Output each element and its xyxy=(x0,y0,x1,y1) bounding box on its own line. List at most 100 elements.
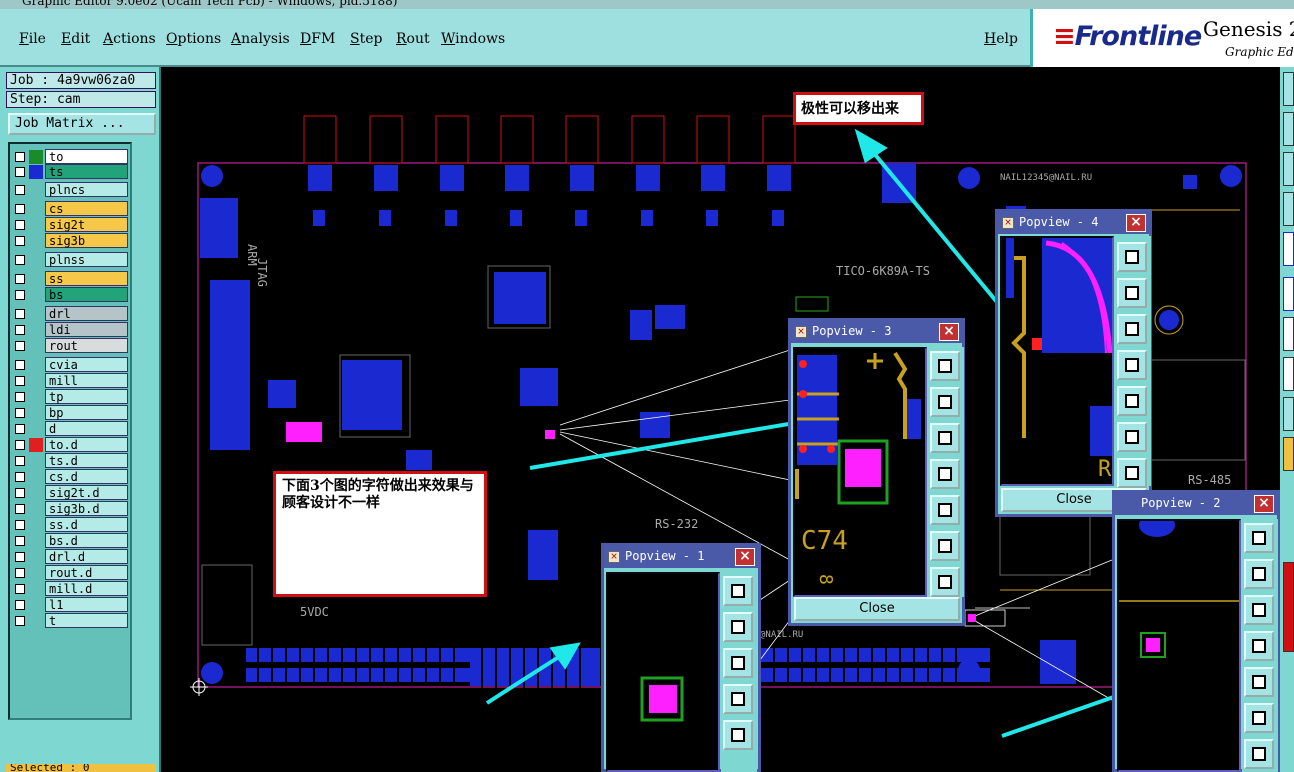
layer-row[interactable]: sig2t xyxy=(10,217,130,232)
layer-row[interactable]: d xyxy=(10,421,130,436)
pan-down-icon[interactable] xyxy=(723,648,753,678)
menu-windows[interactable]: Windows xyxy=(441,31,505,47)
popview-title-bar[interactable]: Popview - 2 × xyxy=(1115,493,1277,515)
layer-name[interactable]: sig3b.d xyxy=(45,501,128,516)
layer-row[interactable]: to.d xyxy=(10,437,130,452)
popview-title-bar[interactable]: × Popview - 4 × xyxy=(998,212,1149,234)
popview-close-button[interactable]: Close xyxy=(794,597,960,621)
layer-checkbox[interactable] xyxy=(15,341,25,351)
layer-row[interactable]: to xyxy=(10,149,130,164)
layer-name[interactable]: to xyxy=(45,149,128,164)
layer-checkbox[interactable] xyxy=(15,424,25,434)
layer-name[interactable]: rout.d xyxy=(45,565,128,580)
menu-dfm[interactable]: DFM xyxy=(300,31,335,47)
layer-name[interactable]: mill xyxy=(45,373,128,388)
layer-name[interactable]: rout xyxy=(45,338,128,353)
popview-viewport[interactable]: R xyxy=(1000,236,1114,486)
layer-name[interactable]: sig3b xyxy=(45,233,128,248)
layer-row[interactable]: bs.d xyxy=(10,533,130,548)
toolbar-button[interactable] xyxy=(1283,317,1294,351)
close-icon[interactable]: × xyxy=(1254,495,1274,513)
layer-checkbox[interactable] xyxy=(15,488,25,498)
layer-row[interactable]: plnss xyxy=(10,252,130,267)
layer-row[interactable]: bp xyxy=(10,405,130,420)
layer-name[interactable]: bp xyxy=(45,405,128,420)
zoom-home-icon[interactable] xyxy=(723,576,753,606)
layer-row[interactable]: rout.d xyxy=(10,565,130,580)
layer-row[interactable]: ss xyxy=(10,271,130,286)
layer-name[interactable]: tp xyxy=(45,389,128,404)
layer-checkbox[interactable] xyxy=(15,600,25,610)
layer-row[interactable]: ts xyxy=(10,164,130,179)
layer-name[interactable]: bs.d xyxy=(45,533,128,548)
layer-name[interactable]: cs.d xyxy=(45,469,128,484)
pan-up-icon[interactable] xyxy=(930,387,960,417)
layer-row[interactable]: cvia xyxy=(10,357,130,372)
pan-right-icon[interactable] xyxy=(930,495,960,525)
toolbar-button[interactable] xyxy=(1283,152,1294,186)
zoom-home-icon[interactable] xyxy=(1244,523,1274,553)
layer-name[interactable]: cvia xyxy=(45,357,128,372)
layer-row[interactable]: sig2t.d xyxy=(10,485,130,500)
layer-name[interactable]: to.d xyxy=(45,437,128,452)
pan-left-icon[interactable] xyxy=(930,459,960,489)
pan-down-icon[interactable] xyxy=(1117,314,1147,344)
layer-name[interactable]: drl xyxy=(45,306,128,321)
layer-name[interactable]: mill.d xyxy=(45,581,128,596)
toolbar-button[interactable] xyxy=(1283,277,1294,311)
layer-checkbox[interactable] xyxy=(15,274,25,284)
layer-checkbox[interactable] xyxy=(15,376,25,386)
layer-row[interactable]: ts.d xyxy=(10,453,130,468)
layer-row[interactable]: sig3b xyxy=(10,233,130,248)
layer-checkbox[interactable] xyxy=(15,220,25,230)
menu-help[interactable]: Help xyxy=(984,31,1018,47)
layer-row[interactable]: t xyxy=(10,613,130,628)
pan-left-icon[interactable] xyxy=(723,684,753,714)
popview-viewport[interactable] xyxy=(606,572,720,772)
layer-name[interactable]: d xyxy=(45,421,128,436)
layer-row[interactable]: mill.d xyxy=(10,581,130,596)
layer-name[interactable]: sig2t.d xyxy=(45,485,128,500)
pan-up-icon[interactable] xyxy=(723,612,753,642)
layer-name[interactable]: plncs xyxy=(45,182,128,197)
layer-name[interactable]: plnss xyxy=(45,252,128,267)
toolbar-button[interactable] xyxy=(1283,112,1294,146)
menu-rout[interactable]: Rout xyxy=(396,31,430,47)
layer-checkbox[interactable] xyxy=(15,392,25,402)
menu-file[interactable]: File xyxy=(19,31,46,47)
zoom-in-icon[interactable] xyxy=(1244,703,1274,733)
zoom-out-icon[interactable] xyxy=(1244,739,1274,769)
layer-checkbox[interactable] xyxy=(15,360,25,370)
menu-analysis[interactable]: Analysis xyxy=(231,31,290,47)
pan-down-icon[interactable] xyxy=(1244,595,1274,625)
popview-title-bar[interactable]: × Popview - 1 × xyxy=(604,546,758,568)
layer-row[interactable]: cs.d xyxy=(10,469,130,484)
pan-left-icon[interactable] xyxy=(1244,631,1274,661)
layer-color-swatch[interactable] xyxy=(29,165,43,179)
layer-checkbox[interactable] xyxy=(15,520,25,530)
layer-row[interactable]: rout xyxy=(10,338,130,353)
toolbar-button[interactable] xyxy=(1283,232,1294,266)
menu-options[interactable]: Options xyxy=(166,31,221,47)
layer-checkbox[interactable] xyxy=(15,456,25,466)
toolbar-button[interactable] xyxy=(1283,192,1294,226)
layer-checkbox[interactable] xyxy=(15,290,25,300)
toolbar-button[interactable] xyxy=(1283,72,1294,106)
layer-row[interactable]: mill xyxy=(10,373,130,388)
layer-row[interactable]: tp xyxy=(10,389,130,404)
close-icon[interactable]: × xyxy=(735,548,755,566)
layer-name[interactable]: ss.d xyxy=(45,517,128,532)
layer-checkbox[interactable] xyxy=(15,552,25,562)
layer-checkbox[interactable] xyxy=(15,152,25,162)
zoom-out-icon[interactable] xyxy=(930,567,960,597)
close-icon[interactable]: × xyxy=(939,323,959,341)
layer-row[interactable]: ldi xyxy=(10,322,130,337)
layer-row[interactable]: l1 xyxy=(10,597,130,612)
layer-color-swatch[interactable] xyxy=(29,150,43,164)
close-icon[interactable]: × xyxy=(1126,214,1146,232)
popview-viewport[interactable] xyxy=(1117,519,1241,772)
toolbar-button[interactable] xyxy=(1283,562,1294,652)
pan-right-icon[interactable] xyxy=(1244,667,1274,697)
layer-row[interactable]: ss.d xyxy=(10,517,130,532)
layer-row[interactable]: bs xyxy=(10,287,130,302)
